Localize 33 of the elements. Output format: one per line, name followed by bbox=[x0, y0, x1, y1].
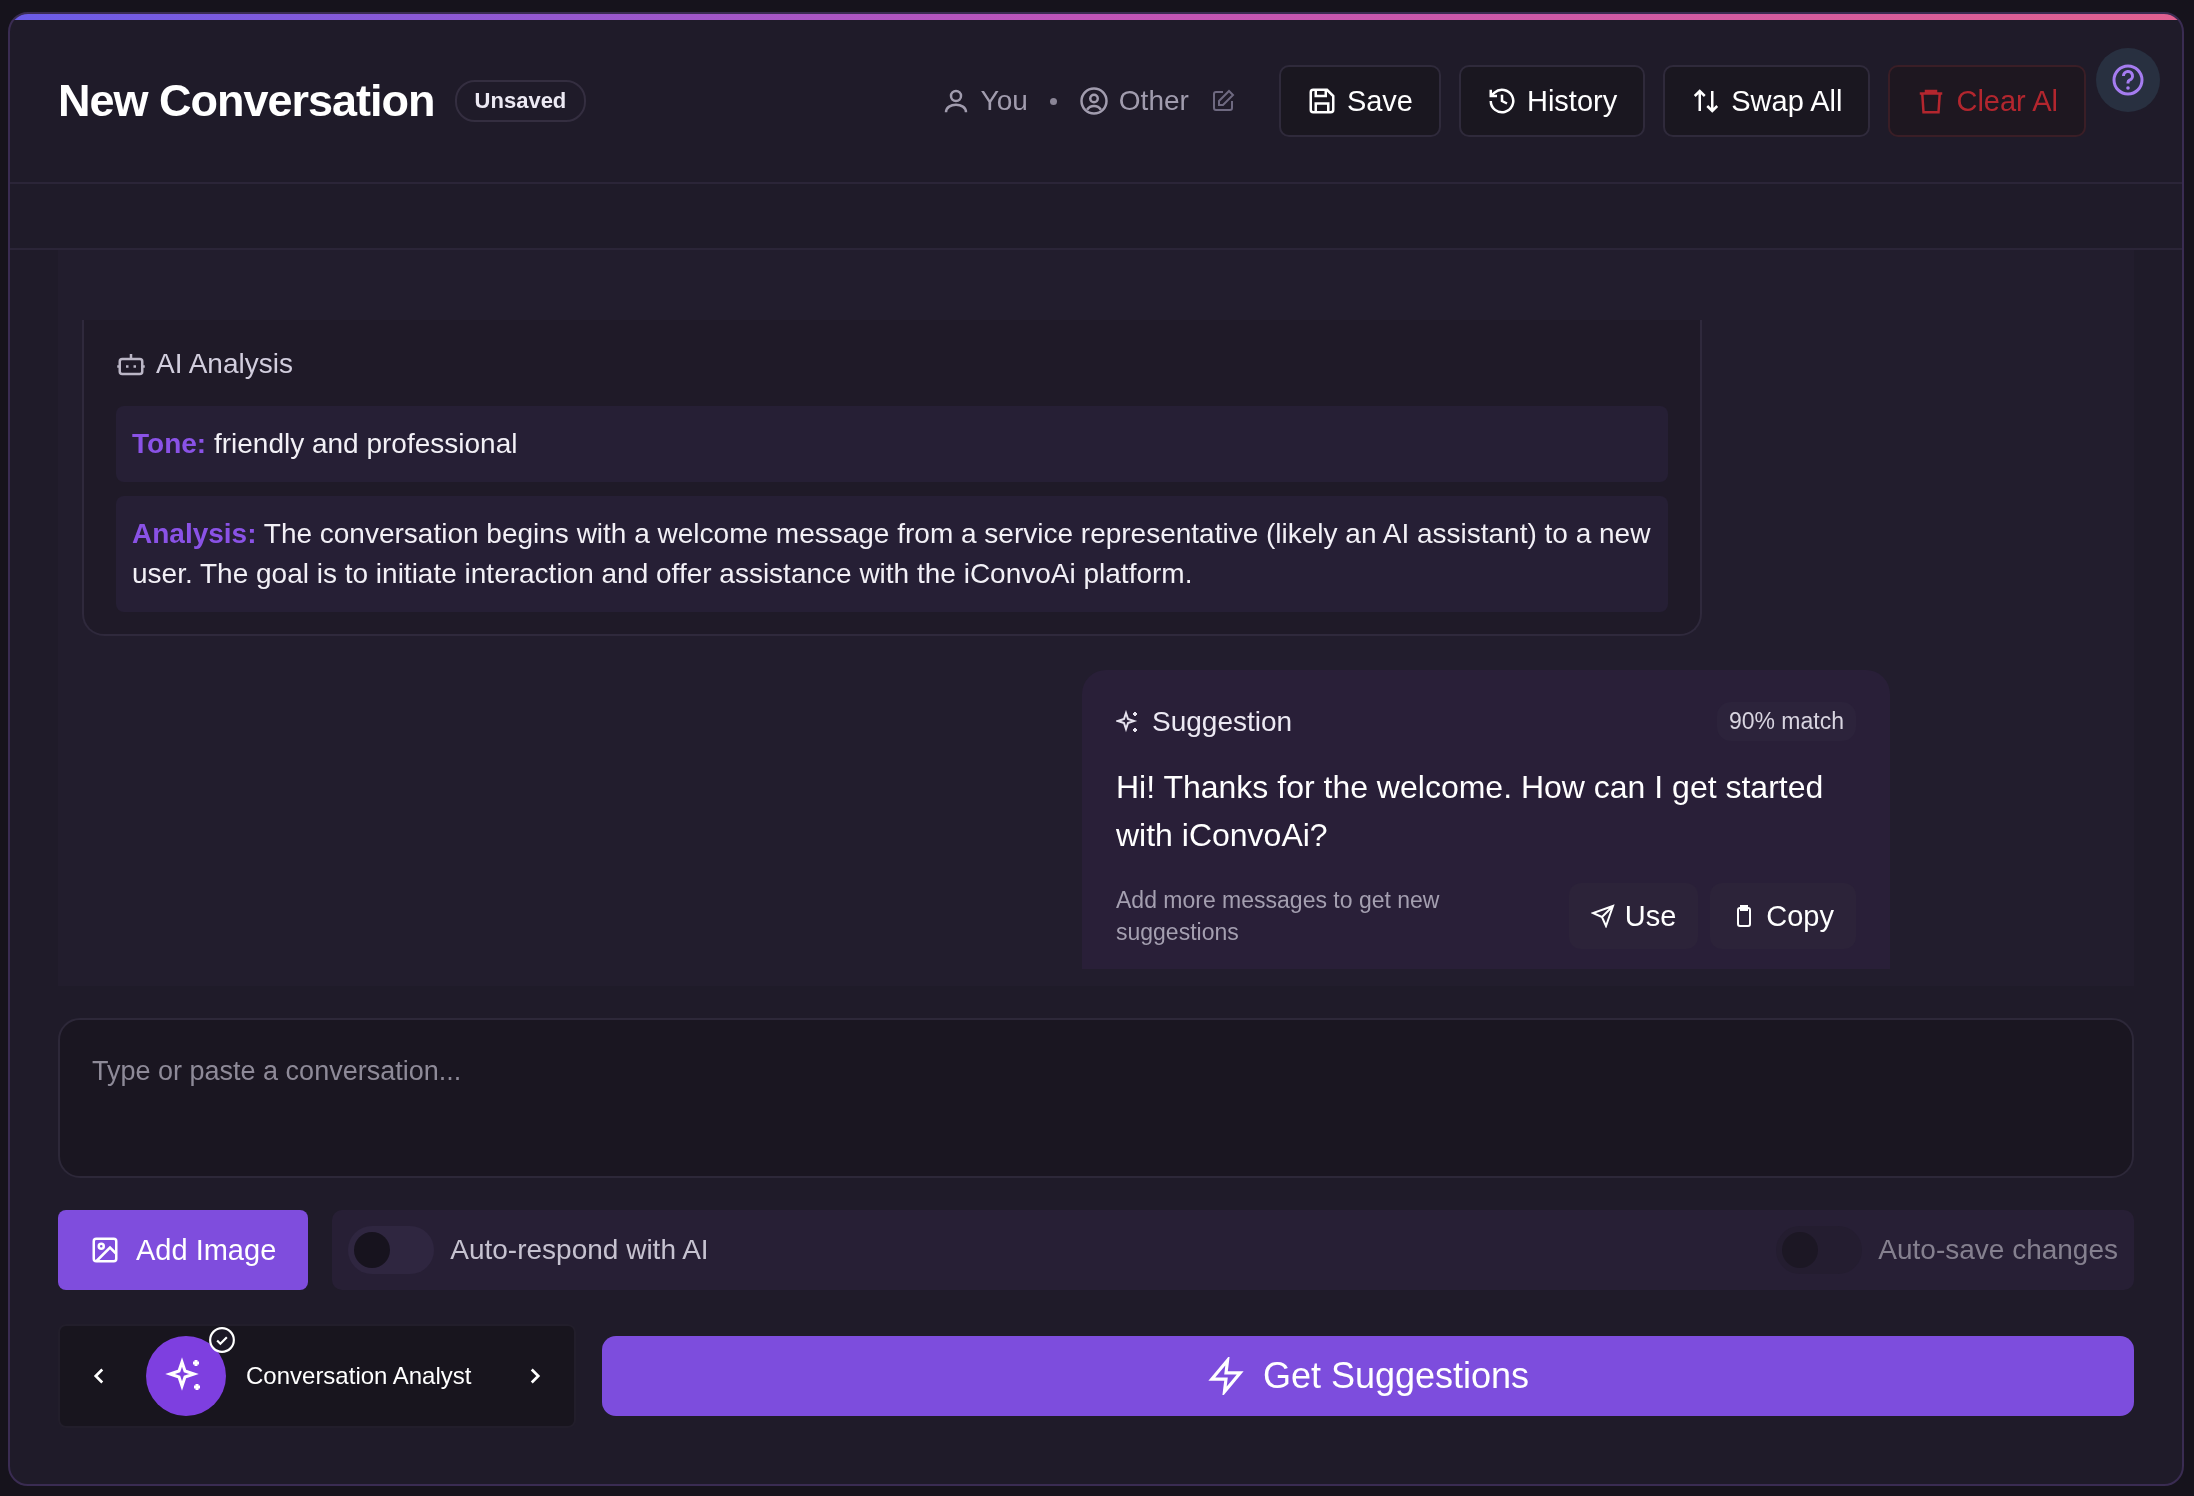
assistant-name: Conversation Analyst bbox=[246, 1362, 473, 1390]
analysis-text: Tone: friendly and professional bbox=[132, 427, 519, 461]
image-icon bbox=[90, 1235, 120, 1265]
suggestion-title: Suggestion bbox=[1152, 705, 1293, 738]
toggle-label: Auto-respond with AI bbox=[450, 1234, 709, 1266]
edit-icon[interactable] bbox=[1210, 89, 1235, 113]
help-icon[interactable] bbox=[2096, 48, 2160, 112]
separator-dot bbox=[1049, 97, 1057, 105]
add-image-button[interactable]: Add Image bbox=[58, 1210, 309, 1290]
conversation-input[interactable]: Type or paste a conversation... bbox=[58, 1018, 2134, 1178]
history-icon bbox=[1487, 86, 1517, 116]
analysis-title: AI Analysis bbox=[156, 348, 293, 380]
toggle-switch[interactable] bbox=[348, 1226, 435, 1274]
suggestion-text: Hi! Thanks for the welcome. How can I get started with iConvoAi? bbox=[1116, 768, 1825, 855]
lightning-icon bbox=[1206, 1357, 1245, 1395]
swap-button[interactable]: Swap All bbox=[1663, 65, 1871, 137]
hint-text: Add more messages to get new suggestions bbox=[1116, 886, 1441, 947]
participant-label[interactable]: You bbox=[980, 85, 1028, 117]
page-title: New Conversation bbox=[58, 75, 435, 127]
participant-label[interactable]: Other bbox=[1118, 85, 1189, 117]
sparkles-icon bbox=[1116, 709, 1140, 734]
toggle-label: Auto-save changes bbox=[1878, 1234, 2118, 1266]
history-button[interactable]: History bbox=[1459, 65, 1646, 137]
save-button[interactable]: Save bbox=[1278, 65, 1441, 137]
copy-button[interactable]: Copy bbox=[1710, 883, 1856, 949]
match-badge: 90% match bbox=[1716, 702, 1856, 741]
sparkles-avatar-icon bbox=[146, 1336, 226, 1416]
status-badge: Unsaved bbox=[454, 80, 587, 122]
analysis-text: Analysis: The conversation begins with a welcome message from a service representative (likely an AI assistant) to a new user. The goal is to initiate interaction and offer assistance with the iConvoAi platform. bbox=[132, 517, 1652, 591]
use-button[interactable]: Use bbox=[1568, 883, 1699, 949]
send-icon bbox=[1590, 904, 1615, 928]
get-suggestions-button[interactable]: Get Suggestions bbox=[602, 1336, 2134, 1416]
user-circle-icon bbox=[1078, 86, 1109, 116]
